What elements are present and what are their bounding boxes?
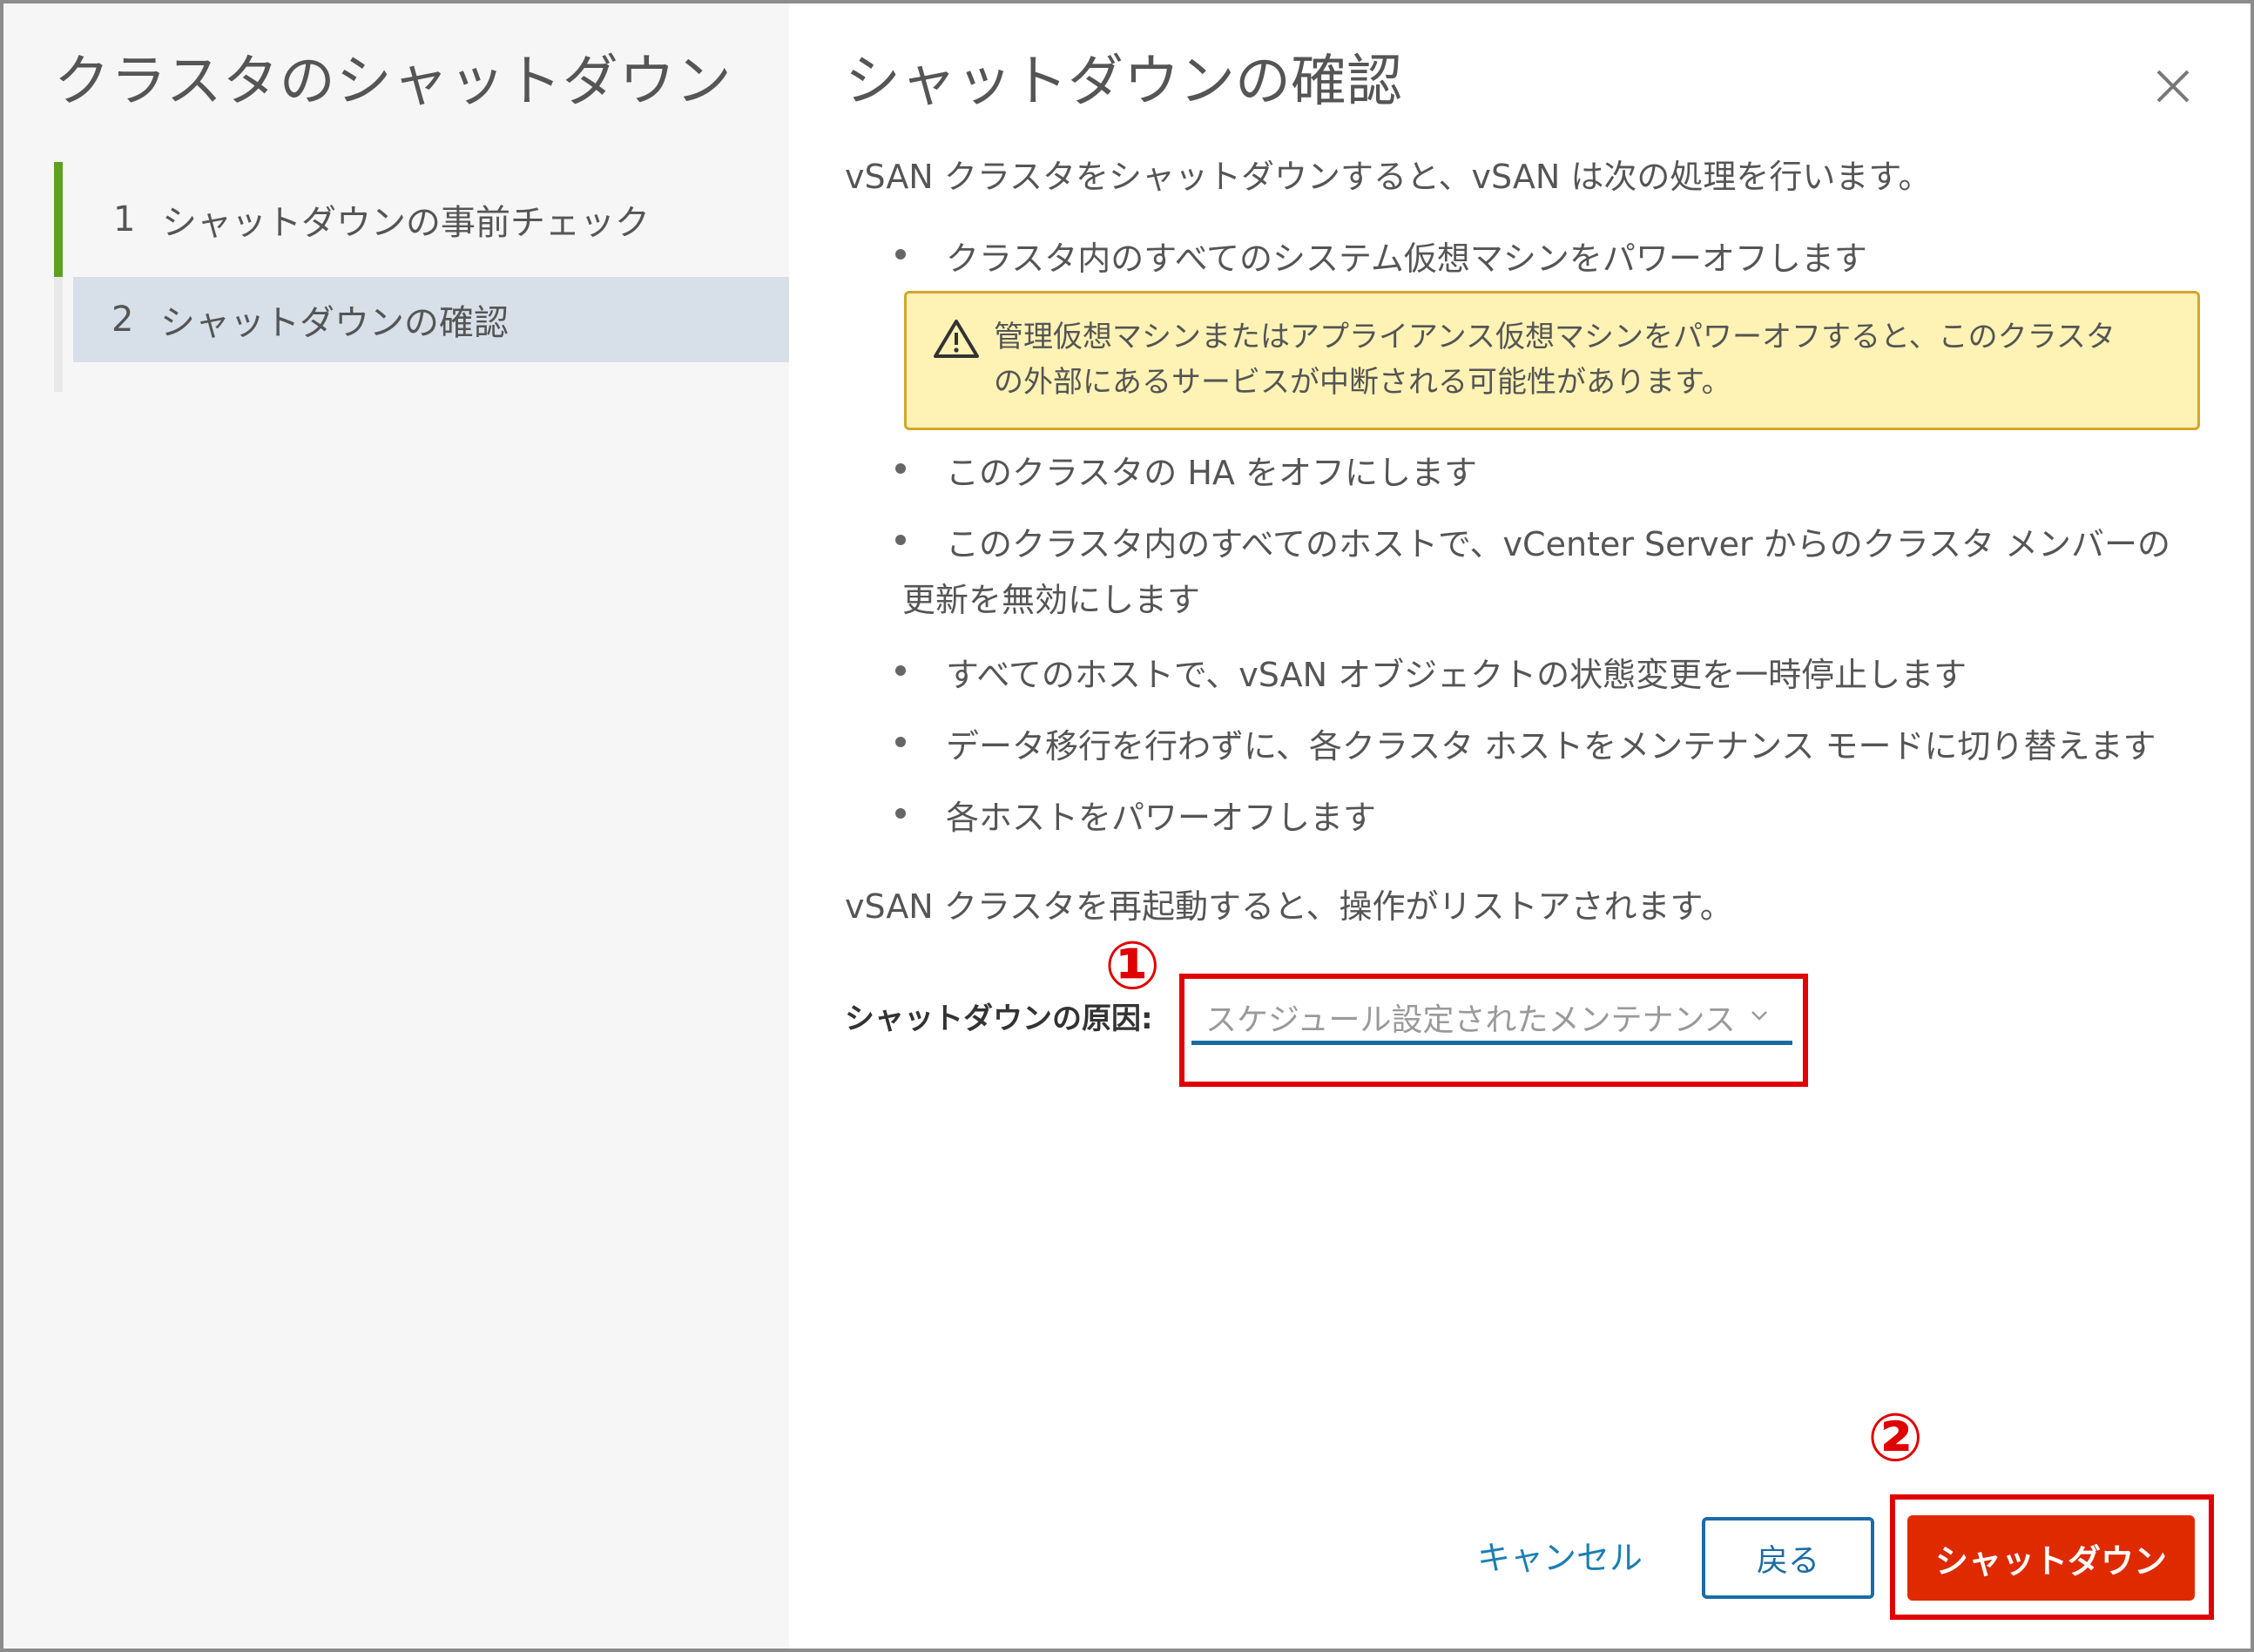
bullet-dot bbox=[895, 463, 906, 474]
wizard-step-confirm[interactable]: 2 シャットダウンの確認 bbox=[54, 277, 789, 392]
callout-number-1: ① bbox=[1104, 927, 1161, 1004]
shutdown-button[interactable]: シャットダウン bbox=[1907, 1515, 2195, 1601]
bullet-dot bbox=[895, 808, 906, 819]
close-icon[interactable] bbox=[2151, 64, 2195, 108]
intro-text: vSAN クラスタをシャットダウンすると、vSAN は次の処理を行います。 bbox=[845, 158, 1932, 196]
warning-alert: 管理仮想マシンまたはアプライアンス仮想マシンをパワーオフすると、このクラスタの外… bbox=[904, 291, 2200, 430]
step-number: 1 bbox=[113, 199, 136, 239]
step-label: シャットダウンの事前チェック bbox=[162, 203, 650, 243]
callout-box-1 bbox=[1179, 974, 1808, 1087]
callout-number-2: ② bbox=[1867, 1399, 1924, 1476]
warning-text: 管理仮想マシンまたはアプライアンス仮想マシンをパワーオフすると、このクラスタの外… bbox=[994, 320, 2116, 400]
step-number: 2 bbox=[111, 300, 134, 340]
wizard-steps: 1 シャットダウンの事前チェック 2 シャットダウンの確認 bbox=[54, 162, 789, 392]
shutdown-cluster-dialog: クラスタのシャットダウン 1 シャットダウンの事前チェック 2 シャットダウンの… bbox=[0, 0, 2254, 1652]
back-button[interactable]: 戻る bbox=[1702, 1517, 1874, 1599]
bullet-dot bbox=[895, 665, 906, 676]
warning-icon bbox=[934, 320, 979, 358]
cancel-button[interactable]: キャンセル bbox=[1477, 1531, 1643, 1579]
bullet-dot bbox=[895, 737, 906, 747]
restart-note: vSAN クラスタを再起動すると、操作がリストアされます。 bbox=[845, 887, 1733, 926]
step-label: シャットダウンの確認 bbox=[160, 303, 509, 343]
bullet-dot bbox=[895, 535, 906, 545]
bullet-dot bbox=[895, 249, 906, 260]
page-title: シャットダウンの確認 bbox=[845, 50, 1402, 114]
wizard-sidebar: クラスタのシャットダウン 1 シャットダウンの事前チェック 2 シャットダウンの… bbox=[3, 3, 789, 1649]
list-item-continuation: 更新を無効にします bbox=[902, 581, 1201, 619]
main-panel: シャットダウンの確認 vSAN クラスタをシャットダウンすると、vSAN は次の… bbox=[789, 3, 2254, 1649]
wizard-step-precheck[interactable]: 1 シャットダウンの事前チェック bbox=[54, 162, 789, 277]
wizard-title: クラスタのシャットダウン bbox=[54, 50, 732, 114]
